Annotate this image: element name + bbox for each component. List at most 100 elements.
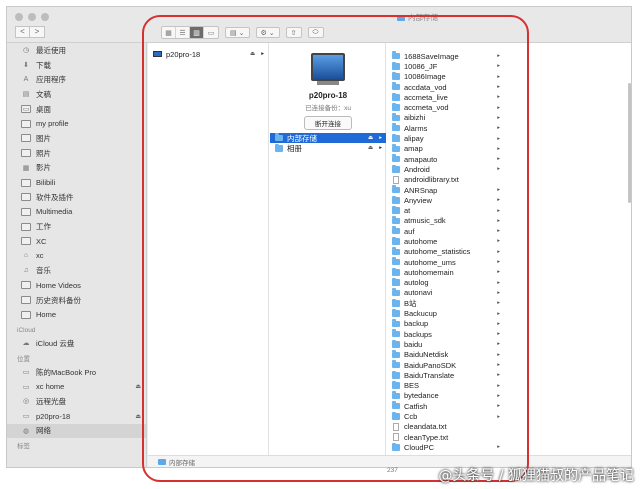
folder-row[interactable]: BaiduNetdisk ▸ — [387, 350, 504, 360]
folder-row[interactable]: autohome_statistics ▸ — [387, 247, 504, 257]
folder-row[interactable]: Catfish ▸ — [387, 401, 504, 411]
list-view-icon[interactable]: ☰ — [176, 27, 190, 38]
folder-row[interactable]: amap ▸ — [387, 144, 504, 154]
sidebar-item[interactable]: ▭ 桌面 — [7, 102, 146, 117]
sidebar-item[interactable]: my profile — [7, 116, 146, 131]
sidebar-item[interactable]: ◎ 远程光盘 — [7, 394, 146, 409]
folder-row[interactable]: aibizhi ▸ — [387, 113, 504, 123]
sidebar-item[interactable]: ◍ 网络 — [7, 423, 146, 439]
eject-icon[interactable]: ⏏ — [135, 413, 141, 420]
disc-icon: ◎ — [22, 398, 30, 406]
folder-row[interactable]: autohomemain ▸ — [387, 267, 504, 277]
forward-button[interactable]: > — [30, 26, 45, 38]
folder-row[interactable]: Anyview ▸ — [387, 195, 504, 205]
sidebar-item[interactable]: 历史资料备份 — [7, 293, 146, 308]
folder-row[interactable]: 1688SaveImage ▸ — [387, 51, 504, 61]
sidebar-item[interactable]: ▭ xc home ⏏ — [7, 379, 146, 394]
eject-icon[interactable]: ⏏ — [368, 145, 373, 151]
sidebar-item-label: XC — [36, 236, 47, 246]
folder-row[interactable]: accmeta_vod ▸ — [387, 102, 504, 112]
icon-view-icon[interactable]: ▦ — [162, 27, 176, 38]
device-row[interactable]: p20pro-18 ⏏ ▸ — [148, 49, 268, 59]
sidebar-item[interactable]: ▦ 影片 — [7, 161, 146, 176]
folder-icon — [392, 391, 400, 400]
gallery-view-icon[interactable]: ▭ — [204, 27, 218, 38]
storage-row[interactable]: 内部存储 ⏏ ▸ — [270, 133, 386, 144]
folder-row[interactable]: accmeta_live ▸ — [387, 92, 504, 102]
folder-row[interactable]: autonavi ▸ — [387, 288, 504, 298]
sidebar-item[interactable]: 照片 — [7, 146, 146, 161]
sidebar-item[interactable]: ⌂ xc — [7, 249, 146, 264]
folder-row[interactable]: baidu ▸ — [387, 339, 504, 349]
share-button[interactable]: ⇧ — [285, 27, 302, 38]
folder-icon — [392, 288, 400, 297]
close-button[interactable] — [15, 13, 23, 21]
eject-icon[interactable]: ⏏ — [135, 383, 141, 390]
file-row[interactable]: cleanType.txt — [387, 432, 504, 442]
minimize-button[interactable] — [28, 13, 36, 21]
sidebar-item[interactable]: ◷ 最近使用 — [7, 43, 146, 58]
sidebar-item[interactable]: ▭ p20pro-18 ⏏ — [7, 409, 146, 424]
path-segment[interactable]: 内部存储 — [169, 457, 195, 467]
sidebar-item-label: 网络 — [36, 426, 51, 436]
folder-row[interactable]: BaiduTranslate ▸ — [387, 370, 504, 380]
sidebar-item[interactable]: 软件及插件 — [7, 190, 146, 205]
folder-row[interactable]: backups ▸ — [387, 329, 504, 339]
action-button[interactable]: ⚙ ⌄ — [255, 27, 280, 38]
sidebar-item[interactable]: 工作 — [7, 219, 146, 234]
sidebar-item[interactable]: Home Videos — [7, 278, 146, 293]
folder-row[interactable]: alipay ▸ — [387, 133, 504, 143]
sidebar-item-label: 桌面 — [36, 104, 51, 114]
folder-row[interactable]: autohome_ums ▸ — [387, 257, 504, 267]
folder-row[interactable]: 10086_JF ▸ — [387, 61, 504, 71]
zoom-button[interactable] — [41, 13, 49, 21]
column-view-icon[interactable]: ▥ — [190, 27, 204, 38]
folder-row[interactable]: CloudPC ▸ — [387, 442, 504, 452]
sidebar-item[interactable]: ▭ 陈的MacBook Pro — [7, 365, 146, 380]
scrollbar[interactable] — [628, 83, 631, 203]
folder-row[interactable]: backup ▸ — [387, 319, 504, 329]
back-button[interactable]: < — [15, 26, 30, 38]
group-button[interactable]: ▤ ⌄ — [225, 27, 250, 38]
sidebar-item[interactable]: ⬇ 下载 — [7, 58, 146, 73]
folder-row[interactable]: BaiduPanoSDK ▸ — [387, 360, 504, 370]
file-row[interactable]: androidlibrary.txt — [387, 175, 504, 185]
sidebar-item[interactable]: Multimedia — [7, 205, 146, 220]
eject-icon[interactable]: ⏏ — [368, 135, 373, 141]
sidebar-item[interactable]: XC — [7, 234, 146, 249]
sidebar-item[interactable]: ▤ 文稿 — [7, 87, 146, 102]
folder-row[interactable]: accdata_vod ▸ — [387, 82, 504, 92]
tags-button[interactable]: ⬭ — [307, 27, 324, 38]
folder-row[interactable]: autolog ▸ — [387, 278, 504, 288]
folder-icon — [21, 119, 31, 128]
sidebar-item[interactable]: A 应用程序 — [7, 72, 146, 87]
folder-row[interactable]: ANRSnap ▸ — [387, 185, 504, 195]
sidebar-item-label: 历史资料备份 — [36, 295, 81, 305]
folder-row[interactable]: Alarms ▸ — [387, 123, 504, 133]
sidebar-item[interactable]: ♫ 音乐 — [7, 263, 146, 278]
sidebar-item[interactable]: 图片 — [7, 131, 146, 146]
folder-row[interactable]: 10086Image ▸ — [387, 72, 504, 82]
folder-row[interactable]: autohome ▸ — [387, 236, 504, 246]
folder-row[interactable]: amapauto ▸ — [387, 154, 504, 164]
drive-icon: ▭ — [22, 383, 30, 391]
disconnect-button[interactable]: 断开连接 — [304, 116, 352, 130]
sidebar-item[interactable]: Bilibili — [7, 175, 146, 190]
sidebar-item[interactable]: ☁ iCloud 云盘 — [7, 336, 146, 351]
storage-row[interactable]: 相册 ⏏ ▸ — [270, 143, 386, 153]
monitor-icon: ▭ — [22, 413, 30, 421]
folder-row[interactable]: auf ▸ — [387, 226, 504, 236]
sidebar-item[interactable]: Home — [7, 307, 146, 322]
folder-row[interactable]: at ▸ — [387, 205, 504, 215]
folder-row[interactable]: atmusic_sdk ▸ — [387, 216, 504, 226]
folder-row[interactable]: B站 ▸ — [387, 298, 504, 308]
chevron-right-icon: ▸ — [497, 351, 500, 358]
folder-row[interactable]: BES ▸ — [387, 380, 504, 391]
folder-row[interactable]: Backucup ▸ — [387, 308, 504, 318]
eject-icon[interactable]: ⏏ — [250, 51, 255, 57]
folder-row[interactable]: Ccb ▸ — [387, 411, 504, 421]
folder-row[interactable]: Android ▸ — [387, 164, 504, 174]
folder-row[interactable]: bytedance ▸ — [387, 391, 504, 401]
cloud-icon: ☁ — [22, 340, 30, 348]
file-row[interactable]: cleandata.txt — [387, 422, 504, 432]
